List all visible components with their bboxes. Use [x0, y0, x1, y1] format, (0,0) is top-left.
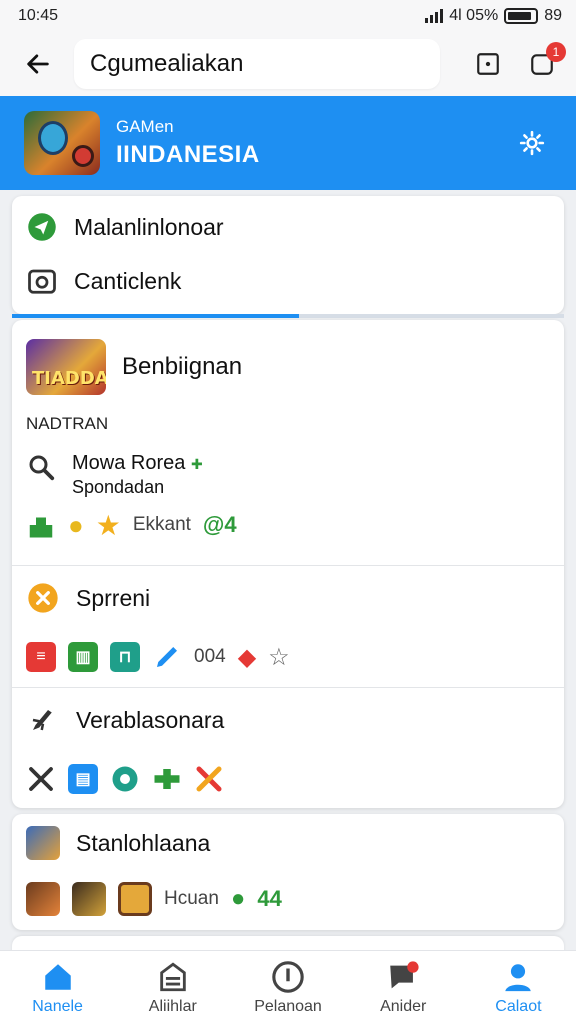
top-bar: Cgumealiakan 1 [0, 32, 576, 96]
smile-icon[interactable]: ● [68, 510, 84, 541]
section-b-label: Sprreni [76, 584, 151, 611]
game-header[interactable]: TIADDAL Benbiignan [12, 320, 564, 400]
row-text: 004 [194, 646, 226, 667]
apps-icon[interactable]: ⊓ [110, 642, 140, 672]
menu-item-label: Canticlenk [74, 267, 182, 294]
menu-card: Malanlinlonoar Canticlenk [12, 196, 564, 314]
devil-icon[interactable]: ◆ [238, 643, 256, 672]
game-thumb-1[interactable] [26, 882, 60, 916]
section-b: Sprreni ≡ ▥ ⊓ 004 ◆ ☆ [12, 566, 564, 688]
section-b-header[interactable]: Sprreni [12, 566, 564, 630]
tag-icon[interactable] [110, 764, 140, 794]
scan-button[interactable] [468, 44, 508, 84]
icon-row: ≡ ▥ ⊓ 004 ◆ ☆ [12, 630, 564, 684]
nav-label: Aliihlar [148, 997, 197, 1015]
icon-row: ▤ [12, 752, 564, 806]
header-subtitle: GAMen [116, 117, 174, 136]
leaf-text: @4 [202, 512, 237, 537]
settings-button[interactable] [512, 123, 552, 163]
header-title: IINDANESIA [116, 141, 260, 168]
app-header: GAMen IINDANESIA [0, 96, 576, 190]
nav-label: Pelanoan [254, 997, 322, 1015]
bottom-card-header[interactable]: Stanlohlaana [12, 814, 564, 872]
section-c: Verablasonara ▤ [12, 688, 564, 806]
bottom-card: Stanlohlaana Hcuan ● 44 [12, 814, 564, 930]
section-c-header[interactable]: Verablasonara [12, 688, 564, 752]
icon-row: ● ★ Ekkant @4 [12, 498, 564, 552]
game-thumbnail: TIADDAL [26, 339, 106, 395]
frame-icon [477, 53, 499, 75]
battery-icon [504, 8, 539, 24]
pencil-icon[interactable] [152, 642, 182, 672]
chart-icon[interactable]: ▥ [68, 642, 98, 672]
plus-leaf-icon[interactable] [152, 764, 182, 794]
camera-icon [26, 265, 58, 297]
menu-item-0[interactable]: Malanlinlonoar [12, 200, 564, 254]
status-network: 4l 05% [449, 7, 499, 24]
menu-item-1[interactable]: Canticlenk [12, 254, 564, 308]
signal-icon [425, 9, 444, 23]
circle-icon [271, 960, 305, 994]
close-circle-icon [26, 581, 60, 615]
game-avatar [26, 826, 60, 860]
nav-store[interactable]: Aliihlar [115, 951, 230, 1024]
nav-profile[interactable]: Calaot [461, 951, 576, 1024]
section-c-label: Verablasonara [76, 706, 225, 733]
menu-item-label: Malanlinlonoar [74, 213, 224, 240]
battery-text: 89 [544, 7, 562, 24]
result-title: Mowa Rorea [72, 452, 186, 474]
cross-icon[interactable] [194, 764, 224, 794]
status-bar: 10:45 4l 05% 89 [0, 0, 576, 32]
star-outline-icon[interactable]: ☆ [268, 643, 290, 672]
game-logo [24, 111, 100, 175]
add-icon: ✚ [190, 456, 203, 472]
status-time: 10:45 [18, 7, 59, 24]
icon-row: Hcuan ● 44 [12, 872, 564, 926]
send-icon [26, 211, 58, 243]
star-icon[interactable]: ★ [96, 509, 121, 542]
tree-icon[interactable] [26, 510, 56, 540]
nav-label: Nanele [32, 997, 83, 1015]
store-icon [156, 960, 190, 994]
back-button[interactable] [14, 40, 62, 88]
count-text: 44 [257, 886, 282, 911]
result-subtitle: Spondadan [72, 477, 165, 497]
game-section: TIADDAL Benbiignan NADTRAN Mowa Rorea ✚ … [12, 320, 564, 566]
chat-icon [386, 960, 420, 994]
search-result[interactable]: Mowa Rorea ✚ Spondadan [12, 444, 564, 498]
nav-circle[interactable]: Pelanoan [230, 951, 345, 1024]
game-thumb-3[interactable] [118, 882, 152, 916]
game-thumb-2[interactable] [72, 882, 106, 916]
nav-label: Anider [380, 997, 427, 1015]
row-text: Ekkant [132, 514, 191, 535]
game-name: Benbiignan [122, 353, 243, 380]
arrow-left-icon [27, 54, 49, 74]
home-icon [41, 960, 75, 994]
bottom-nav: Nanele Aliihlar Pelanoan Anider Calaot [0, 950, 576, 1024]
notification-badge: 1 [546, 42, 566, 62]
gear-icon [519, 130, 545, 156]
nav-chat[interactable]: Anider [346, 951, 461, 1024]
tools-icon[interactable] [26, 764, 56, 794]
loading-progress [12, 314, 564, 318]
row-text: Hcuan [164, 888, 219, 909]
list-icon[interactable]: ≡ [26, 642, 56, 672]
search-input[interactable]: Cgumealiakan [74, 39, 440, 89]
circle-leaf-icon[interactable]: ● [231, 885, 246, 913]
profile-icon [501, 960, 535, 994]
search-icon [26, 452, 58, 487]
section-label: NADTRAN [26, 414, 109, 433]
bottom-card-label: Stanlohlaana [76, 829, 211, 856]
progress-fill [12, 314, 300, 318]
search-value: Cgumealiakan [90, 50, 244, 77]
rocket-icon [26, 703, 60, 737]
calendar-icon[interactable]: ▤ [68, 764, 98, 794]
nav-home[interactable]: Nanele [0, 951, 115, 1024]
game-card: TIADDAL Benbiignan NADTRAN Mowa Rorea ✚ … [12, 320, 564, 808]
nav-label: Calaot [495, 997, 542, 1015]
notifications-button[interactable]: 1 [522, 42, 566, 84]
